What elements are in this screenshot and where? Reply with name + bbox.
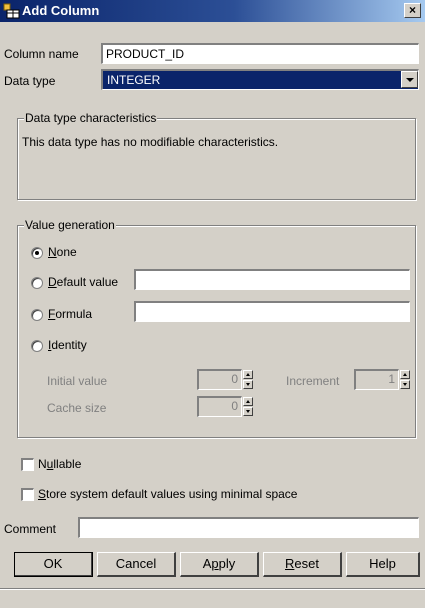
radio-none[interactable] (31, 247, 43, 259)
ok-button[interactable]: OK (14, 552, 93, 577)
radio-formula[interactable] (31, 309, 43, 321)
close-button[interactable]: × (404, 3, 421, 18)
formula-input[interactable] (134, 301, 410, 322)
cache-size-spinner[interactable] (243, 397, 253, 416)
radio-selected-dot (35, 251, 39, 255)
arrow-down-icon (246, 383, 250, 386)
initial-value-input[interactable]: 0 (197, 369, 242, 390)
spin-down-button[interactable] (243, 380, 253, 389)
radio-default-value-label[interactable]: Default value (48, 275, 118, 289)
arrow-up-icon (403, 373, 407, 376)
spin-down-button[interactable] (243, 407, 253, 416)
data-type-value: INTEGER (107, 73, 161, 87)
apply-button[interactable]: Apply (180, 552, 259, 577)
characteristics-message: This data type has no modifiable charact… (22, 135, 279, 149)
store-default-checkbox[interactable] (21, 488, 34, 501)
initial-value-label: Initial value (47, 374, 108, 388)
column-name-input[interactable]: PRODUCT_ID (101, 43, 419, 64)
arrow-up-icon (246, 373, 250, 376)
table-column-icon (3, 3, 20, 19)
cache-size-input[interactable]: 0 (197, 396, 242, 417)
value-generation-group: Value generation None Default value Form… (17, 218, 416, 438)
comment-input[interactable] (78, 517, 419, 538)
data-type-characteristics-group: Data type characteristics This data type… (17, 111, 416, 200)
radio-none-label[interactable]: None (48, 245, 77, 259)
radio-formula-label[interactable]: Formula (48, 307, 92, 321)
data-type-select[interactable]: INTEGER (101, 69, 419, 90)
arrow-down-icon (403, 383, 407, 386)
spin-up-button[interactable] (243, 370, 253, 379)
comment-label: Comment (4, 522, 57, 536)
spin-down-button[interactable] (400, 380, 410, 389)
value-generation-legend: Value generation (24, 218, 116, 232)
store-default-label[interactable]: Store system default values using minima… (38, 487, 297, 501)
nullable-label[interactable]: Nullable (38, 457, 81, 471)
characteristics-legend: Data type characteristics (24, 111, 158, 125)
close-icon: × (408, 3, 416, 17)
column-name-value: PRODUCT_ID (106, 47, 185, 61)
spin-up-button[interactable] (400, 370, 410, 379)
column-name-label: Column name (4, 47, 79, 61)
title-bar[interactable]: Add Column × (0, 0, 425, 22)
data-type-label: Data type (4, 74, 56, 88)
nullable-checkbox[interactable] (21, 458, 34, 471)
cache-size-label: Cache size (47, 401, 107, 415)
window-title: Add Column (22, 3, 100, 18)
increment-input[interactable]: 1 (354, 369, 399, 390)
increment-spinner[interactable] (400, 370, 410, 389)
chevron-down-icon (406, 78, 414, 82)
initial-value-spinner[interactable] (243, 370, 253, 389)
arrow-up-icon (246, 400, 250, 403)
increment-label: Increment (286, 374, 340, 388)
dropdown-arrow-button[interactable] (401, 71, 418, 88)
cancel-button[interactable]: Cancel (97, 552, 176, 577)
help-button[interactable]: Help (346, 552, 420, 577)
radio-identity[interactable] (31, 340, 43, 352)
default-value-input[interactable] (134, 269, 410, 290)
arrow-down-icon (246, 410, 250, 413)
radio-default-value[interactable] (31, 277, 43, 289)
spin-up-button[interactable] (243, 397, 253, 406)
radio-identity-label[interactable]: Identity (48, 338, 87, 352)
status-separator (0, 588, 425, 590)
reset-button[interactable]: Reset (263, 552, 342, 577)
